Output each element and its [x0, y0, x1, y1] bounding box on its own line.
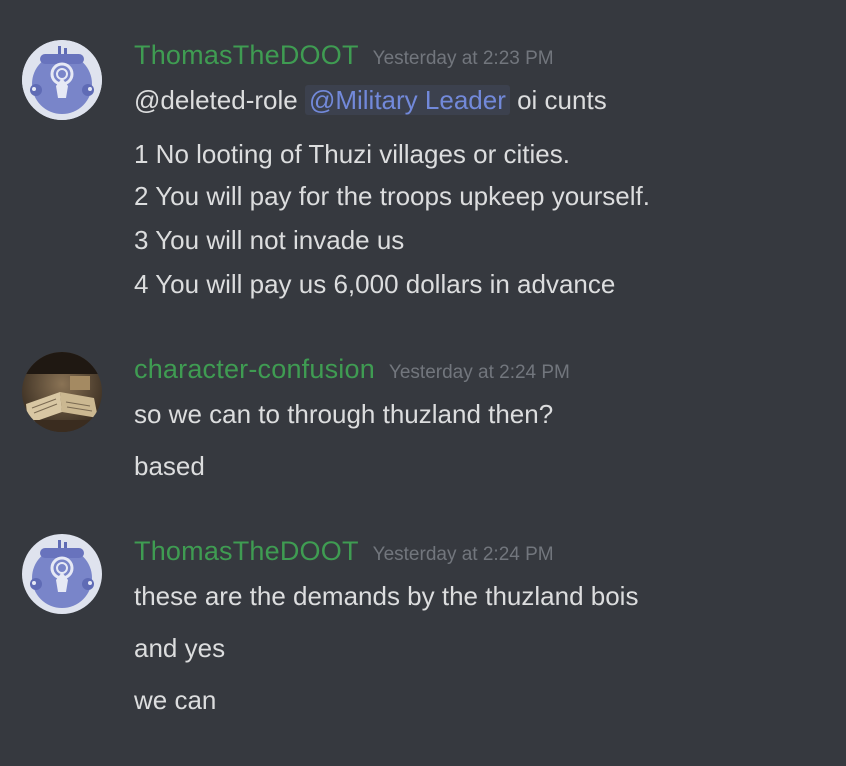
message-line: based: [134, 451, 205, 481]
message-line: so we can to through thuzland then?: [134, 399, 554, 429]
deleted-role-mention: @deleted-role: [134, 85, 298, 115]
message-line: @deleted-role @Military Leader oi cunts: [134, 84, 607, 116]
message-line: 1 No looting of Thuzi villages or cities…: [134, 139, 570, 169]
username[interactable]: ThomasTheDOOT: [134, 536, 359, 566]
message-text: oi cunts: [517, 85, 607, 115]
message-line: and yes: [134, 633, 226, 663]
message-header: ThomasTheDOOT Yesterday at 2:23 PM: [134, 40, 554, 71]
user-avatar[interactable]: [22, 352, 102, 432]
username[interactable]: ThomasTheDOOT: [134, 40, 359, 70]
timestamp: Yesterday at 2:24 PM: [388, 362, 570, 383]
chat-message-list: ThomasTheDOOT Yesterday at 2:23 PM @delet…: [0, 0, 846, 766]
message-header: ThomasTheDOOT Yesterday at 2:24 PM: [134, 536, 554, 567]
timestamp: Yesterday at 2:23 PM: [372, 48, 554, 69]
message-line: 2 You will pay for the troops upkeep you…: [134, 181, 650, 211]
user-avatar[interactable]: [22, 40, 102, 120]
role-mention[interactable]: @Military Leader: [304, 85, 510, 115]
robot-avatar-icon: [22, 40, 102, 120]
timestamp: Yesterday at 2:24 PM: [372, 544, 554, 565]
message-line: we can: [134, 685, 217, 715]
book-photo-avatar: [22, 352, 102, 432]
message-line: 3 You will not invade us: [134, 225, 405, 255]
user-avatar[interactable]: [22, 534, 102, 614]
message-line: these are the demands by the thuzland bo…: [134, 581, 639, 611]
robot-avatar-icon: [22, 534, 102, 614]
message-line: 4 You will pay us 6,000 dollars in advan…: [134, 269, 616, 299]
message-header: character-confusion Yesterday at 2:24 PM: [134, 354, 570, 385]
username[interactable]: character-confusion: [134, 354, 375, 384]
